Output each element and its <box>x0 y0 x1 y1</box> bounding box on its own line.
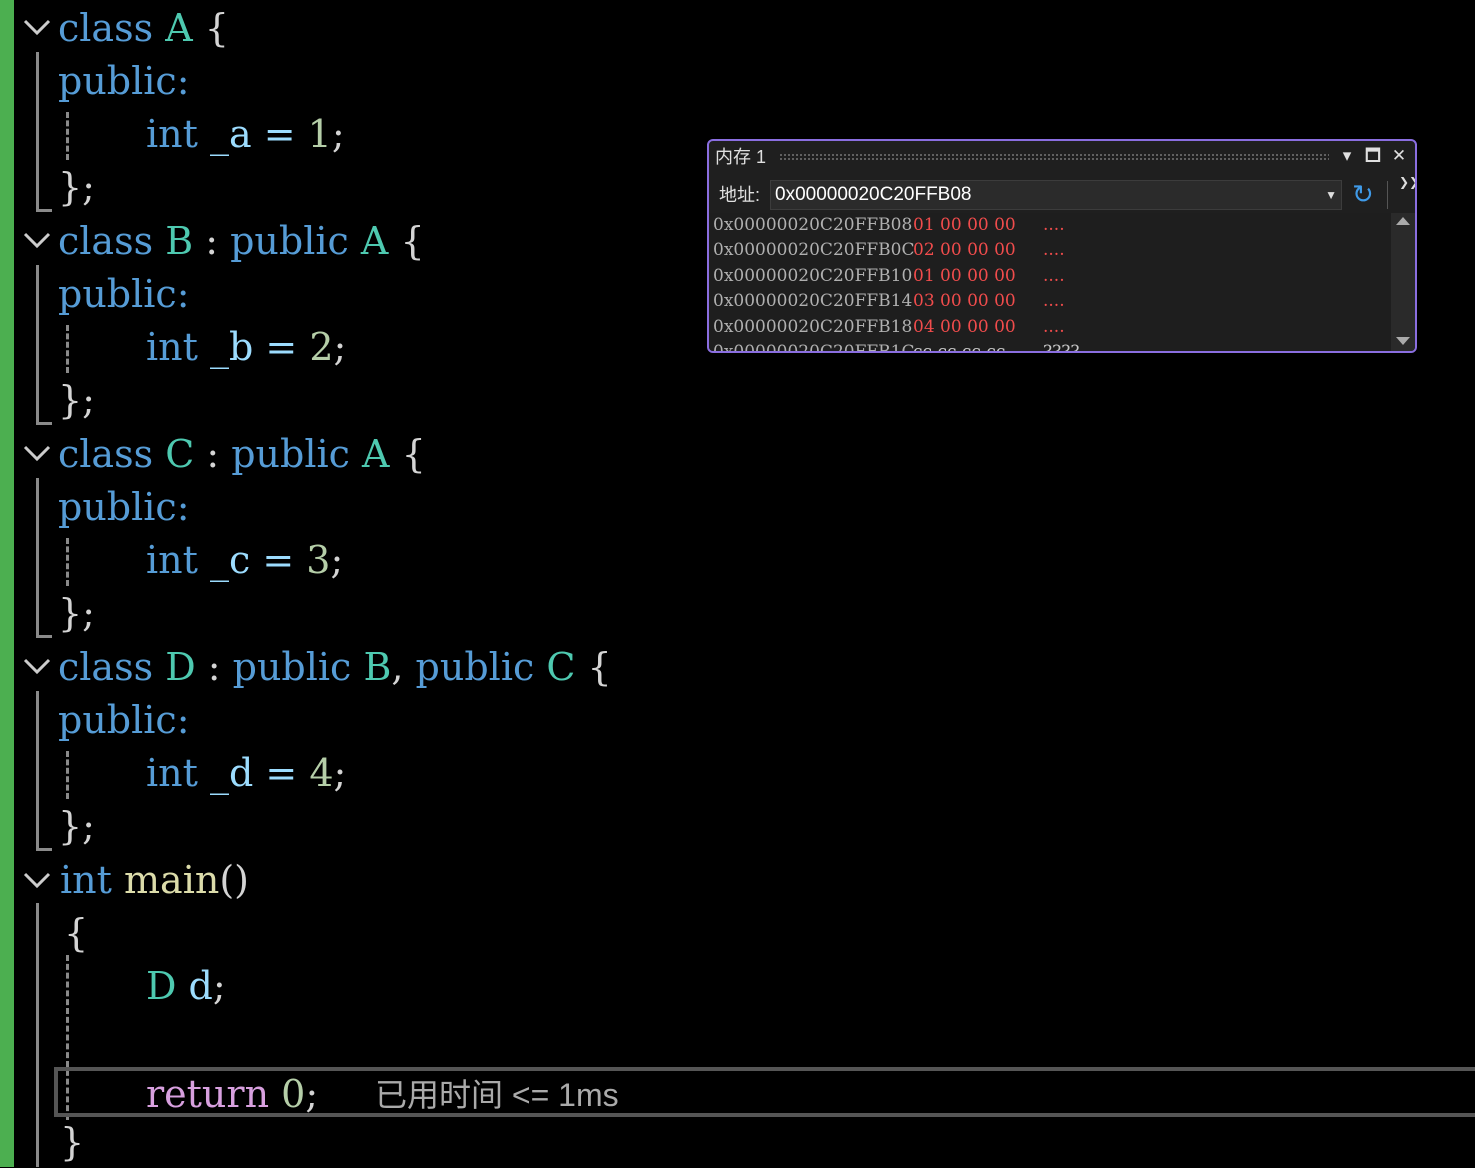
refresh-icon[interactable]: ↻ <box>1352 179 1374 209</box>
window-menu-dropdown-icon[interactable]: ▾ <box>1337 145 1357 167</box>
code-line[interactable]: public: <box>58 694 190 746</box>
memory-row[interactable]: 0x00000020C20FFB0801 00 00 00.... <box>713 213 1065 238</box>
fold-chevron-icon[interactable] <box>22 12 52 42</box>
perf-tip-elapsed[interactable]: 已用时间 <= 1ms <box>375 1075 619 1115</box>
change-indicator-bar <box>0 0 14 1167</box>
scope-guide <box>36 209 52 212</box>
code-line[interactable]: }; <box>58 374 95 426</box>
code-line[interactable]: class B : public A { <box>58 215 425 267</box>
memory-grid[interactable]: 0x00000020C20FFB0801 00 00 00.... 0x0000… <box>709 213 1391 351</box>
indent-guide <box>66 325 69 373</box>
maximize-icon[interactable]: 🗖 <box>1363 145 1383 167</box>
scope-guide <box>36 422 52 425</box>
title-drag-grip[interactable] <box>779 153 1329 161</box>
indent-guide <box>66 538 69 586</box>
code-line[interactable]: int _d = 4; <box>146 747 346 799</box>
fold-chevron-icon[interactable] <box>22 651 52 681</box>
scroll-down-arrow-icon[interactable] <box>1396 337 1410 345</box>
toolbar-overflow-icon[interactable]: ❯❯ <box>1399 175 1415 189</box>
memory-window-title[interactable]: 内存 1 <box>715 145 766 169</box>
toolbar-separator <box>1387 181 1388 209</box>
scope-guide <box>36 903 39 1167</box>
code-line[interactable]: }; <box>58 587 95 639</box>
indent-guide <box>66 112 69 160</box>
scope-guide <box>36 478 39 638</box>
fold-chevron-icon[interactable] <box>22 865 52 895</box>
code-line[interactable]: }; <box>58 161 95 213</box>
code-line[interactable]: class A { <box>58 2 229 54</box>
code-line[interactable]: { <box>64 907 88 959</box>
code-line[interactable]: D d; <box>146 960 226 1012</box>
address-label: 地址: <box>719 185 761 205</box>
address-value[interactable]: 0x00000020C20FFB08 <box>775 183 971 207</box>
scope-guide <box>36 635 52 638</box>
code-line[interactable]: public: <box>58 268 190 320</box>
code-line[interactable]: }; <box>58 800 95 852</box>
memory-row[interactable]: 0x00000020C20FFB1403 00 00 00.... <box>713 289 1065 314</box>
indent-guide <box>66 751 69 799</box>
memory-scrollbar[interactable] <box>1391 213 1415 351</box>
memory-window[interactable]: 内存 1 ▾ 🗖 ✕ 地址: 0x00000020C20FFB08 ▼ ↻ ❯❯… <box>707 139 1417 353</box>
code-line[interactable]: } <box>60 1116 84 1168</box>
memory-row[interactable]: 0x00000020C20FFB1Ccc cc cc cc???? <box>713 340 1079 351</box>
close-icon[interactable]: ✕ <box>1389 145 1409 167</box>
address-dropdown-icon[interactable]: ▼ <box>1325 185 1337 205</box>
fold-chevron-icon[interactable] <box>22 225 52 255</box>
code-line[interactable]: class D : public B, public C { <box>58 641 612 693</box>
code-line[interactable]: class C : public A { <box>58 428 426 480</box>
code-line[interactable]: int _a = 1; <box>146 108 345 160</box>
scope-guide <box>36 265 39 425</box>
memory-row[interactable]: 0x00000020C20FFB1001 00 00 00.... <box>713 264 1065 289</box>
code-line[interactable]: int main() <box>60 854 249 906</box>
scope-guide <box>36 691 39 851</box>
scroll-up-arrow-icon[interactable] <box>1396 217 1410 225</box>
code-line[interactable]: int _b = 2; <box>146 321 346 373</box>
code-line[interactable]: int _c = 3; <box>146 534 343 586</box>
code-line[interactable]: public: <box>58 481 190 533</box>
scope-guide <box>36 52 39 212</box>
address-input[interactable]: 0x00000020C20FFB08 ▼ <box>770 180 1342 210</box>
memory-row[interactable]: 0x00000020C20FFB1804 00 00 00.... <box>713 315 1065 340</box>
code-line-current[interactable]: return 0; <box>146 1068 318 1120</box>
scope-guide <box>36 848 52 851</box>
memory-row[interactable]: 0x00000020C20FFB0C02 00 00 00.... <box>713 238 1065 263</box>
fold-chevron-icon[interactable] <box>22 438 52 468</box>
code-line[interactable]: public: <box>58 55 190 107</box>
